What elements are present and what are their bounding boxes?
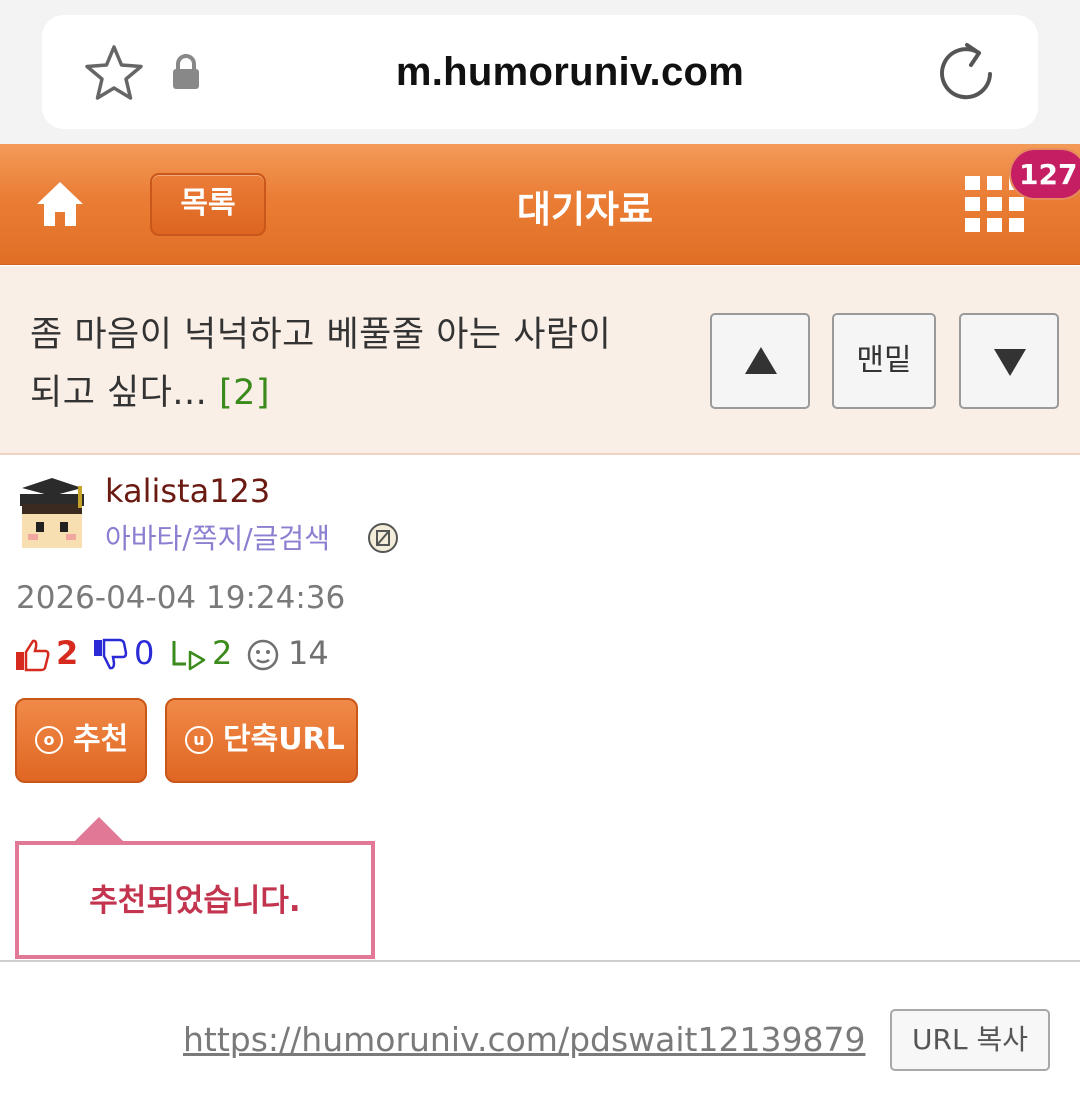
reload-icon[interactable] bbox=[937, 40, 997, 102]
toast-pointer bbox=[73, 817, 125, 843]
short-url-circle-icon: u bbox=[185, 726, 213, 754]
post-title: 좀 마음이 넉넉하고 베풀줄 아는 사람이 되고 싶다... [2] bbox=[30, 306, 650, 422]
post-date: 2026-04-04 19:24:36 bbox=[16, 580, 346, 616]
short-url-link[interactable]: https://humoruniv.com/pdswait12139879 bbox=[183, 1020, 865, 1059]
avatar[interactable] bbox=[14, 476, 90, 552]
recommend-toast: 추천되었습니다. bbox=[15, 841, 375, 959]
view-count: 14 bbox=[288, 634, 329, 672]
smiley-view-icon bbox=[247, 639, 279, 671]
scroll-bottom-button[interactable]: 맨밑 bbox=[832, 313, 936, 409]
upvote-count: 2 bbox=[56, 634, 79, 672]
divider bbox=[0, 960, 1080, 962]
level-badge-icon bbox=[368, 523, 398, 553]
arrow-up-icon bbox=[745, 347, 777, 374]
post-title-text: 좀 마음이 넉넉하고 베풀줄 아는 사람이 되고 싶다... bbox=[30, 315, 612, 413]
arrow-down-icon bbox=[994, 349, 1026, 376]
app-header: 목록 대기자료 bbox=[0, 144, 1080, 265]
recommend-label: 추천 bbox=[73, 722, 129, 757]
short-url-button[interactable]: u 단축URL bbox=[165, 698, 358, 783]
downvote-count: 0 bbox=[134, 634, 155, 672]
reply-count: 2 bbox=[212, 634, 233, 672]
recommend-circle-icon: o bbox=[35, 726, 63, 754]
short-url-label: 단축URL bbox=[223, 722, 345, 757]
recommend-button[interactable]: o 추천 bbox=[15, 698, 147, 783]
scroll-down-button[interactable] bbox=[959, 313, 1059, 409]
page-title: 대기자료 bbox=[516, 188, 654, 231]
browser-toolbar: m.humoruniv.com bbox=[0, 0, 1080, 144]
comment-count[interactable]: [2] bbox=[219, 373, 270, 413]
scroll-up-button[interactable] bbox=[710, 313, 810, 409]
author-links[interactable]: 아바타/쪽지/글검색 bbox=[105, 517, 330, 557]
url-text[interactable]: m.humoruniv.com bbox=[0, 50, 1080, 95]
notification-badge[interactable]: 127 bbox=[1009, 148, 1080, 200]
thumbs-down-icon bbox=[94, 638, 128, 670]
author-name[interactable]: kalista123 bbox=[105, 472, 270, 510]
post-title-bar: 좀 마음이 넉넉하고 베풀줄 아는 사람이 되고 싶다... [2] 맨밑 bbox=[0, 266, 1080, 455]
thumbs-up-icon bbox=[16, 639, 50, 672]
copy-url-button[interactable]: URL 복사 bbox=[890, 1009, 1050, 1071]
reply-arrow-icon bbox=[172, 641, 206, 671]
